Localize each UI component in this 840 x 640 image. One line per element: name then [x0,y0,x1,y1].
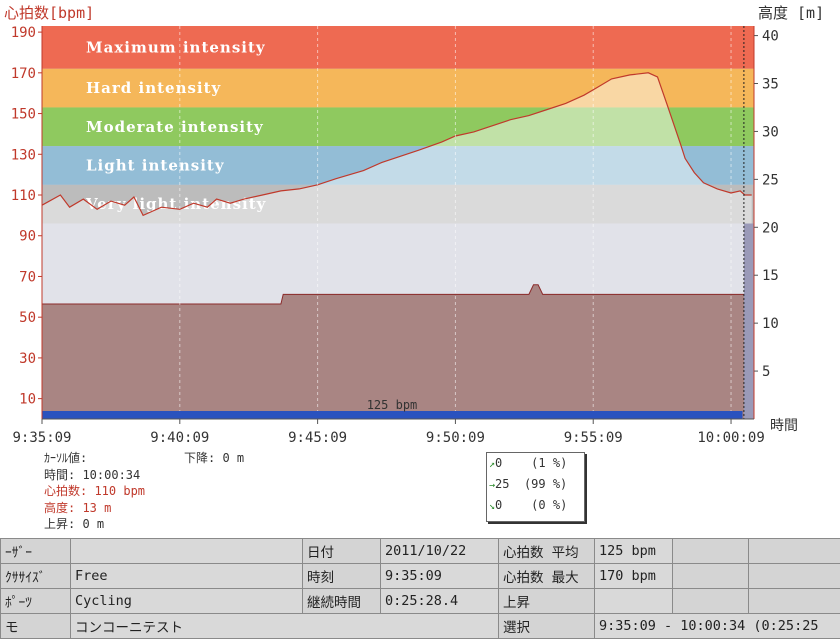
y-left-tick-label: 10 [19,392,36,408]
y-right-tick-label: 5 [762,364,770,380]
y-left-tick-label: 70 [19,269,36,285]
empty-cell [748,588,840,614]
cursor-time: 時間: 10:00:34 [44,467,141,482]
x-tick-label: 9:55:09 [564,430,623,446]
time-label: 時刻 [302,563,381,589]
time-value: 9:35:09 [380,563,499,589]
x-tick-label: 9:45:09 [288,430,347,446]
y-left-tick-label: 110 [11,188,36,204]
y-right-axis-label: 高度 [m] [758,4,824,22]
x-tick-label: 9:40:09 [150,430,209,446]
ascent-label: 上昇 [498,588,595,614]
slope-up-value: 0 [495,456,503,470]
heart-rate-altitude-chart[interactable]: Maximum intensity Hard intensity Moderate … [0,0,840,450]
cursor-ascent: 上昇: 0 m [44,517,105,531]
sport-value[interactable]: Cycling [70,588,303,614]
info-row-sport: ﾎﾟｰﾂ Cycling 継続時間 0:25:28.4 上昇 [0,588,840,614]
y-left-axis-label: 心拍数[bpm] [4,4,94,22]
y-right-tick-label: 20 [762,220,779,236]
info-row-memo: モ コンコーニテスト 選択 9:35:09 - 10:00:34 (0:25:2… [0,613,840,639]
slope-down-pct: (0 %) [531,498,568,512]
slope-flat-pct: (99 %) [523,477,568,491]
y-left-tick-label: 130 [11,147,36,163]
slope-flat-row: →25 (99 %) [487,474,584,495]
exercise-value[interactable]: Free [70,563,303,589]
empty-cell [748,563,840,589]
cursor-values-panel: ｶｰｿﾙ値: 時間: 10:00:34 心拍数: 110 bpm 高度: 13 … [44,450,284,533]
cursor-region [743,223,754,419]
max-hr-value: 170 bpm [594,563,673,589]
slope-down-row: ↘0 (0 %) [487,495,584,516]
zone-label: Moderate intensity [86,118,264,136]
avg-hr-value: 125 bpm [594,538,673,564]
y-right-tick-label: 40 [762,29,779,45]
date-label: 日付 [302,538,381,564]
x-tick-label: 9:35:09 [12,430,71,446]
user-value[interactable] [70,538,303,564]
y-left-tick-label: 90 [19,229,36,245]
slope-up-row: ↗0 (1 %) [487,453,584,474]
user-label: ｰｻﾞｰ [0,538,71,564]
empty-cell [672,538,749,564]
y-left-tick-label: 150 [11,107,36,123]
x-tick-label: 9:50:09 [426,430,485,446]
ascent-value [594,588,673,614]
slope-down-value: 0 [495,498,503,512]
y-right-tick-label: 15 [762,268,779,284]
y-right-tick-label: 10 [762,316,779,332]
cursor-descent: 下降: 0 m [184,451,245,465]
memo-label: モ [0,613,71,639]
cursor-altitude: 高度: 13 m [44,500,112,515]
cursor-title: ｶｰｿﾙ値: [44,451,88,465]
max-hr-label: 心拍数 最大 [498,563,595,589]
x-axis-label: 時間 [770,418,798,434]
exercise-label: ｸｻｻｲｽﾞ [0,563,71,589]
zone-label: Maximum intensity [86,38,266,56]
y-right-tick-label: 30 [762,124,779,140]
avg-hr-label: 心拍数 平均 [498,538,595,564]
average-label: 125 bpm [367,398,418,412]
date-value: 2011/10/22 [380,538,499,564]
duration-label: 継続時間 [302,588,381,614]
y-left-tick-label: 190 [11,25,36,41]
slope-legend: ↗0 (1 %) →25 (99 %) ↘0 (0 %) [486,452,585,522]
select-label: 選択 [498,613,595,639]
empty-cell [748,538,840,564]
y-left-tick-label: 50 [19,310,36,326]
zone-label: Hard intensity [86,79,222,97]
empty-cell [672,588,749,614]
y-left-tick-label: 170 [11,66,36,82]
y-right-tick-label: 25 [762,172,779,188]
slope-up-pct: (1 %) [531,456,568,470]
info-row-exercise: ｸｻｻｲｽﾞ Free 時刻 9:35:09 心拍数 最大 170 bpm [0,563,840,589]
memo-value[interactable]: コンコーニテスト [70,613,499,639]
duration-value: 0:25:28.4 [380,588,499,614]
y-right-tick-label: 35 [762,77,779,93]
select-value: 9:35:09 - 10:00:34 (0:25:25 [594,613,840,639]
duration-bar [42,411,743,419]
sport-label: ﾎﾟｰﾂ [0,588,71,614]
zone-label: Light intensity [86,156,225,174]
info-row-user: ｰｻﾞｰ 日付 2011/10/22 心拍数 平均 125 bpm [0,538,840,564]
empty-cell [672,563,749,589]
y-left-tick-label: 30 [19,351,36,367]
exercise-info-table: ｰｻﾞｰ 日付 2011/10/22 心拍数 平均 125 bpm ｸｻｻｲｽﾞ… [0,538,840,639]
slope-flat-value: 25 [495,477,510,491]
x-tick-label: 10:00:09 [697,430,764,446]
cursor-heart-rate: 心拍数: 110 bpm [44,484,146,498]
